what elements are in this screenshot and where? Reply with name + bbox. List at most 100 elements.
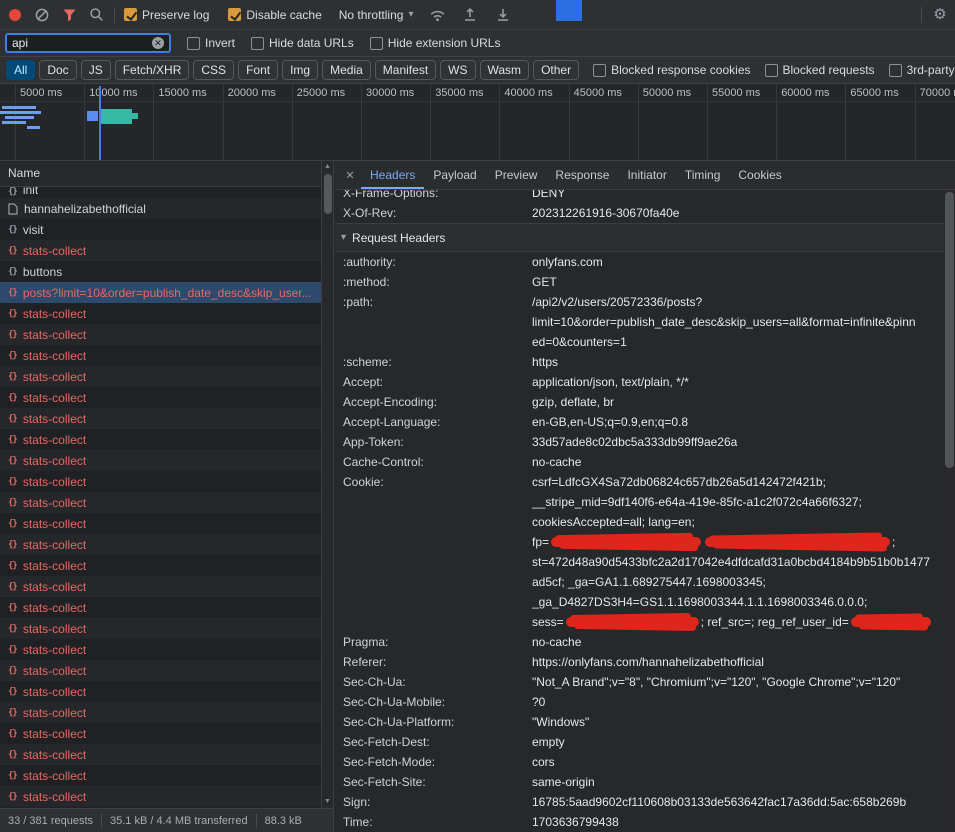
request-row[interactable]: {}visit [0,219,321,240]
request-row[interactable]: {}stats-collect [0,681,321,702]
request-row[interactable]: {}stats-collect [0,408,321,429]
header-row: Cookie:csrf=LdfcGX4Sa72db06824c657db26a5… [335,472,944,632]
request-row[interactable]: {}stats-collect [0,702,321,723]
request-row[interactable]: {}init [0,187,321,198]
search-button[interactable] [87,6,105,24]
tab-preview[interactable]: Preview [486,161,547,189]
request-row[interactable]: {}buttons [0,261,321,282]
tab-response[interactable]: Response [546,161,618,189]
request-name: stats-collect [23,349,86,363]
request-detail-panel: ✕ HeadersPayloadPreviewResponseInitiator… [335,161,955,832]
header-value-line: fp=; [532,532,944,552]
clear-filter-icon[interactable]: ✕ [152,37,164,49]
name-column-header[interactable]: Name [0,161,333,187]
braces-icon: {} [8,750,17,760]
throttling-select[interactable]: No throttling ▾ [339,8,414,22]
third-party-requests-checkbox[interactable]: 3rd-party requests [889,63,955,77]
braces-icon: {} [8,246,17,256]
tab-headers[interactable]: Headers [361,161,424,189]
request-row[interactable]: {}stats-collect [0,576,321,597]
network-conditions-button[interactable] [428,6,446,24]
timeline-overview[interactable]: 5000 ms10000 ms15000 ms20000 ms25000 ms3… [0,84,955,161]
timeline-divider [0,101,955,102]
request-row[interactable]: {}stats-collect [0,723,321,744]
filter-chip-all[interactable]: All [6,60,35,80]
request-row[interactable]: {}stats-collect [0,639,321,660]
timeline-label: 65000 ms [850,87,898,99]
main-split: Name {}inithannahelizabethofficial{}visi… [0,161,955,832]
checkbox-unchecked-icon [765,64,778,77]
request-row[interactable]: {}stats-collect [0,387,321,408]
filter-chip-js[interactable]: JS [81,60,111,80]
hide-data-urls-checkbox[interactable]: Hide data URLs [251,36,354,50]
request-row[interactable]: {}stats-collect [0,555,321,576]
blocked-requests-checkbox[interactable]: Blocked requests [765,63,875,77]
toolbar-divider [921,7,922,23]
hide-extension-urls-checkbox[interactable]: Hide extension URLs [370,36,501,50]
devtools-network-panel: Preserve log Disable cache No throttling… [0,0,955,832]
request-row[interactable]: {}stats-collect [0,492,321,513]
header-value: same-origin [532,772,944,792]
header-value-line: 1703636799438 [532,812,944,832]
scroll-up-icon[interactable]: ▲ [322,161,333,173]
preserve-log-checkbox[interactable]: Preserve log [124,8,209,22]
disable-cache-checkbox[interactable]: Disable cache [228,8,321,22]
filter-chip-font[interactable]: Font [238,60,278,80]
tab-timing[interactable]: Timing [676,161,730,189]
filter-chip-manifest[interactable]: Manifest [375,60,436,80]
timeline-gridline [223,84,224,160]
filter-chip-css[interactable]: CSS [193,60,234,80]
request-row[interactable]: {}stats-collect [0,744,321,765]
record-button[interactable] [6,6,24,24]
request-row[interactable]: {}stats-collect [0,660,321,681]
request-row[interactable]: {}stats-collect [0,303,321,324]
export-har-button[interactable] [494,6,512,24]
request-row[interactable]: {}posts?limit=10&order=publish_date_desc… [0,282,321,303]
request-row[interactable]: {}stats-collect [0,786,321,807]
timeline-gridline [361,84,362,160]
filter-chip-other[interactable]: Other [533,60,579,80]
request-row[interactable]: {}stats-collect [0,534,321,555]
request-row[interactable]: {}stats-collect [0,429,321,450]
request-list-scrollbar[interactable]: ▲ ▼ [321,161,333,808]
request-row[interactable]: {}stats-collect [0,597,321,618]
headers-scrollbar[interactable] [944,190,955,832]
filter-chip-media[interactable]: Media [322,60,371,80]
request-row[interactable]: hannahelizabethofficial [0,198,321,219]
header-name: Sec-Fetch-Mode: [335,752,532,772]
import-har-button[interactable] [461,6,479,24]
settings-button[interactable]: ⚙ [931,6,949,24]
close-icon[interactable]: ✕ [339,169,361,182]
request-row[interactable]: {}stats-collect [0,618,321,639]
request-name: stats-collect [23,412,86,426]
tab-payload[interactable]: Payload [424,161,485,189]
header-text: GET [532,275,557,289]
filter-toggle-button[interactable] [60,6,78,24]
request-row[interactable]: {}stats-collect [0,324,321,345]
request-row[interactable]: {}stats-collect [0,765,321,786]
filter-chip-img[interactable]: Img [282,60,318,80]
blocked-response-cookies-checkbox[interactable]: Blocked response cookies [593,63,750,77]
scrollbar-thumb[interactable] [324,174,332,214]
invert-checkbox[interactable]: Invert [187,36,235,50]
request-row[interactable]: {}stats-collect [0,240,321,261]
request-row[interactable]: {}stats-collect [0,513,321,534]
filter-chip-ws[interactable]: WS [440,60,475,80]
checkbox-unchecked-icon [889,64,902,77]
filter-chip-doc[interactable]: Doc [39,60,76,80]
braces-icon: {} [8,288,17,298]
request-row[interactable]: {}stats-collect [0,345,321,366]
request-headers-section[interactable]: ▾ Request Headers [335,224,944,251]
request-row[interactable]: {}stats-collect [0,450,321,471]
filter-chip-wasm[interactable]: Wasm [480,60,530,80]
tab-cookies[interactable]: Cookies [729,161,790,189]
timeline-bar [5,116,34,119]
request-row[interactable]: {}stats-collect [0,366,321,387]
tab-initiator[interactable]: Initiator [618,161,675,189]
scrollbar-thumb[interactable] [945,192,954,468]
scroll-down-icon[interactable]: ▼ [322,796,333,808]
network-filter-input[interactable]: api ✕ [5,33,171,53]
clear-log-button[interactable] [33,6,51,24]
request-row[interactable]: {}stats-collect [0,471,321,492]
filter-chip-fetch-xhr[interactable]: Fetch/XHR [115,60,190,80]
